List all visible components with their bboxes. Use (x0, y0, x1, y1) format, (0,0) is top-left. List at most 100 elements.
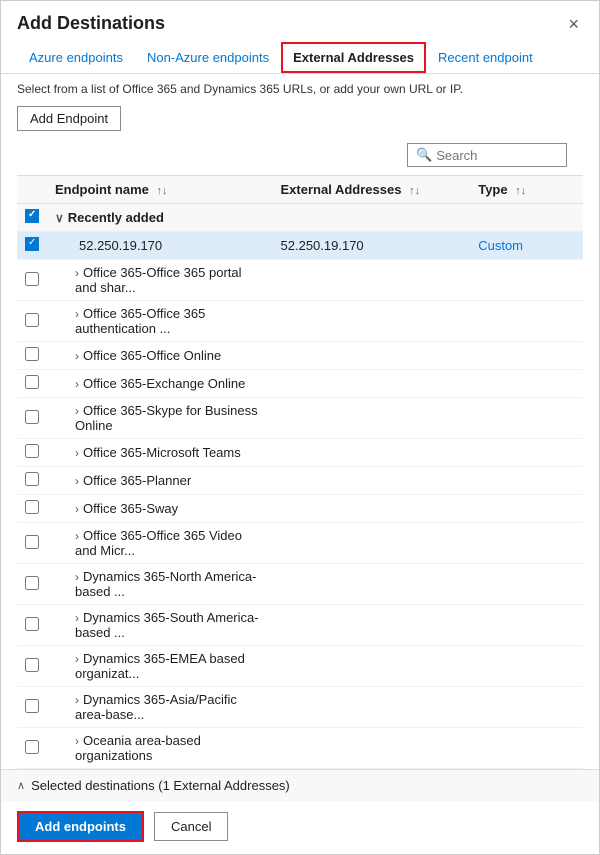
expand-icon[interactable]: › (75, 529, 79, 543)
search-input[interactable] (436, 148, 558, 163)
expand-icon[interactable]: › (75, 446, 79, 460)
expand-icon[interactable]: › (75, 377, 79, 391)
row-addresses (273, 260, 471, 301)
add-endpoints-button[interactable]: Add endpoints (17, 811, 144, 842)
row-checkbox-cell (17, 495, 47, 523)
col-type[interactable]: Type ↑↓ (470, 176, 583, 204)
row-endpoint-name: 52.250.19.170 (47, 232, 273, 260)
row-endpoint-name: ›Office 365-Office 365 authentication ..… (47, 301, 273, 342)
expand-icon[interactable]: › (75, 570, 79, 584)
checkbox-checked[interactable] (25, 237, 39, 251)
expand-icon[interactable]: › (75, 502, 79, 516)
expand-icon[interactable]: › (75, 349, 79, 363)
row-checkbox-cell (17, 687, 47, 728)
tab-recent-endpoint[interactable]: Recent endpoint (426, 42, 545, 73)
endpoint-label: Office 365-Microsoft Teams (83, 445, 241, 460)
endpoint-label: Oceania area-based organizations (75, 733, 201, 763)
checkbox-unchecked[interactable] (25, 410, 39, 424)
tab-azure[interactable]: Azure endpoints (17, 42, 135, 73)
row-type (470, 605, 583, 646)
row-checkbox-cell (17, 439, 47, 467)
checkbox-unchecked[interactable] (25, 444, 39, 458)
row-endpoint-name: ›Oceania area-based organizations (47, 728, 273, 769)
expand-icon[interactable]: › (75, 611, 79, 625)
row-type (470, 467, 583, 495)
tab-external-addresses[interactable]: External Addresses (281, 42, 426, 73)
col-external-addresses[interactable]: External Addresses ↑↓ (273, 176, 471, 204)
row-addresses (273, 370, 471, 398)
row-checkbox-cell (17, 646, 47, 687)
row-endpoint-name: ›Office 365-Exchange Online (47, 370, 273, 398)
row-checkbox-cell (17, 204, 47, 232)
row-endpoint-name: › Office 365-Sway (47, 495, 273, 523)
row-type (470, 728, 583, 769)
row-type (470, 370, 583, 398)
row-type: Custom (470, 232, 583, 260)
row-endpoint-name: ›Dynamics 365-North America-based ... (47, 564, 273, 605)
subtitle-text: Select from a list of Office 365 and Dyn… (1, 74, 599, 100)
expand-icon[interactable]: › (75, 404, 79, 418)
endpoint-label: Office 365-Planner (83, 473, 191, 488)
checkbox-unchecked[interactable] (25, 658, 39, 672)
expand-icon[interactable]: › (75, 652, 79, 666)
selected-info[interactable]: ∧ Selected destinations (1 External Addr… (17, 778, 583, 793)
sort-endpoint-icon[interactable]: ↑↓ (157, 185, 168, 197)
checkbox-unchecked[interactable] (25, 347, 39, 361)
row-type (470, 439, 583, 467)
row-addresses (273, 439, 471, 467)
table-row: ›Office 365-Office 365 Video and Micr... (17, 523, 583, 564)
add-destinations-dialog: Add Destinations × Azure endpoints Non-A… (0, 0, 600, 855)
table-body: ∨Recently added52.250.19.17052.250.19.17… (17, 204, 583, 769)
selected-destinations-bar[interactable]: ∧ Selected destinations (1 External Addr… (1, 769, 599, 801)
col-endpoint-name[interactable]: Endpoint name ↑↓ (47, 176, 273, 204)
row-endpoint-name: ›Office 365-Skype for Business Online (47, 398, 273, 439)
row-type (470, 301, 583, 342)
row-addresses (273, 728, 471, 769)
table-row: ›Office 365-Skype for Business Online (17, 398, 583, 439)
row-addresses (273, 605, 471, 646)
row-addresses (273, 564, 471, 605)
table-row: ›Oceania area-based organizations (17, 728, 583, 769)
checkbox-checked[interactable] (25, 209, 39, 223)
checkbox-unchecked[interactable] (25, 472, 39, 486)
checkbox-unchecked[interactable] (25, 272, 39, 286)
table-row: 52.250.19.17052.250.19.170Custom (17, 232, 583, 260)
expand-icon[interactable]: › (75, 266, 79, 280)
expand-icon[interactable]: › (75, 734, 79, 748)
checkbox-unchecked[interactable] (25, 375, 39, 389)
chevron-up-icon: ∧ (17, 779, 25, 792)
row-type (470, 523, 583, 564)
endpoint-label: Office 365-Sway (83, 501, 178, 516)
checkbox-unchecked[interactable] (25, 576, 39, 590)
col-checkbox (17, 176, 47, 204)
tab-non-azure[interactable]: Non-Azure endpoints (135, 42, 281, 73)
table-row: ›Dynamics 365-Asia/Pacific area-base... (17, 687, 583, 728)
sort-addresses-icon[interactable]: ↑↓ (409, 185, 420, 197)
expand-icon[interactable]: › (75, 474, 79, 488)
checkbox-unchecked[interactable] (25, 617, 39, 631)
row-type (470, 204, 583, 232)
row-checkbox-cell (17, 342, 47, 370)
expand-icon[interactable]: ∨ (55, 211, 64, 225)
toolbar: Add Endpoint (1, 100, 599, 139)
expand-icon[interactable]: › (75, 307, 79, 321)
row-addresses (273, 342, 471, 370)
sort-type-icon[interactable]: ↑↓ (515, 185, 526, 197)
checkbox-unchecked[interactable] (25, 740, 39, 754)
row-checkbox-cell (17, 301, 47, 342)
row-addresses (273, 646, 471, 687)
checkbox-unchecked[interactable] (25, 500, 39, 514)
cancel-button[interactable]: Cancel (154, 812, 228, 841)
checkbox-unchecked[interactable] (25, 313, 39, 327)
table-row: › Office 365-Sway (17, 495, 583, 523)
close-button[interactable]: × (564, 15, 583, 33)
row-checkbox-cell (17, 467, 47, 495)
selected-label: Selected destinations (1 External Addres… (31, 778, 290, 793)
dialog-title: Add Destinations (17, 13, 165, 34)
endpoint-label: Recently added (68, 210, 164, 225)
table-row: ›Dynamics 365-South America-based ... (17, 605, 583, 646)
add-endpoint-button[interactable]: Add Endpoint (17, 106, 121, 131)
expand-icon[interactable]: › (75, 693, 79, 707)
checkbox-unchecked[interactable] (25, 699, 39, 713)
checkbox-unchecked[interactable] (25, 535, 39, 549)
